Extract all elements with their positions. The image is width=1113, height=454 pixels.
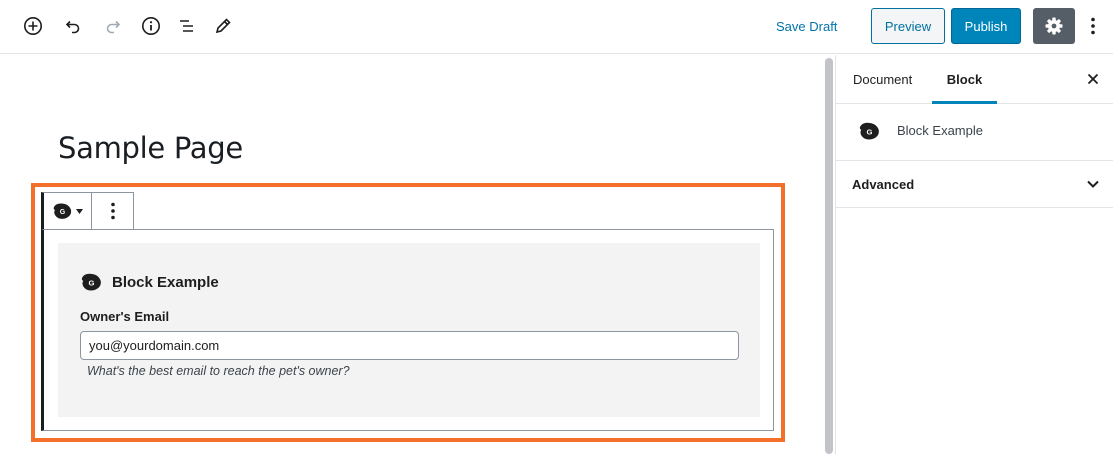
preview-button[interactable]: Preview [871, 8, 945, 44]
add-block-icon[interactable] [20, 13, 46, 39]
editor-top-toolbar: Save Draft Preview Publish [0, 0, 1113, 54]
block-toolbar: G [41, 192, 134, 230]
tab-block[interactable]: Block [932, 55, 997, 104]
redo-icon[interactable] [100, 13, 126, 39]
more-vertical-icon [110, 202, 115, 220]
block-logo-icon: G [81, 273, 101, 291]
block-logo-icon: G [859, 122, 879, 140]
editor-scrollbar[interactable] [822, 55, 836, 454]
undo-icon[interactable] [60, 13, 86, 39]
page-title[interactable]: Sample Page [58, 131, 243, 165]
settings-button[interactable] [1033, 8, 1075, 44]
gear-icon [1045, 17, 1063, 35]
block-example[interactable]: G Block Example Owner's Email What's the… [58, 243, 760, 417]
tab-document[interactable]: Document [853, 55, 912, 104]
block-heading: G Block Example [80, 272, 219, 292]
chevron-down-icon [1087, 180, 1099, 188]
save-draft-button[interactable]: Save Draft [776, 16, 837, 38]
info-icon[interactable] [138, 13, 164, 39]
svg-text:G: G [88, 278, 94, 287]
edit-icon[interactable] [210, 13, 236, 39]
settings-sidebar: Document Block G Block Example Advanced [836, 55, 1113, 454]
publish-button[interactable]: Publish [951, 8, 1021, 44]
block-heading-text: Block Example [112, 273, 219, 291]
scrollbar-thumb[interactable] [825, 58, 833, 454]
caret-down-icon [76, 208, 84, 214]
more-vertical-icon[interactable] [1083, 13, 1103, 39]
owner-email-input[interactable] [80, 331, 739, 360]
block-more-options-button[interactable] [92, 193, 133, 229]
block-logo-icon: G [53, 203, 72, 219]
block-navigation-icon[interactable] [174, 13, 200, 39]
svg-text:G: G [866, 127, 872, 136]
sidebar-tabs: Document Block [836, 55, 1113, 104]
block-card: G Block Example [836, 105, 1113, 161]
advanced-panel-toggle[interactable]: Advanced [836, 162, 1113, 208]
owner-email-help: What's the best email to reach the pet's… [87, 364, 350, 378]
close-icon[interactable] [1084, 70, 1102, 88]
block-card-title: Block Example [897, 123, 983, 138]
editor-canvas: Sample Page G G Block Example Owner's Em… [0, 55, 822, 454]
advanced-panel-title: Advanced [852, 177, 915, 192]
svg-text:G: G [60, 209, 66, 216]
owner-email-label: Owner's Email [80, 309, 170, 324]
block-switcher-button[interactable]: G [44, 193, 93, 229]
